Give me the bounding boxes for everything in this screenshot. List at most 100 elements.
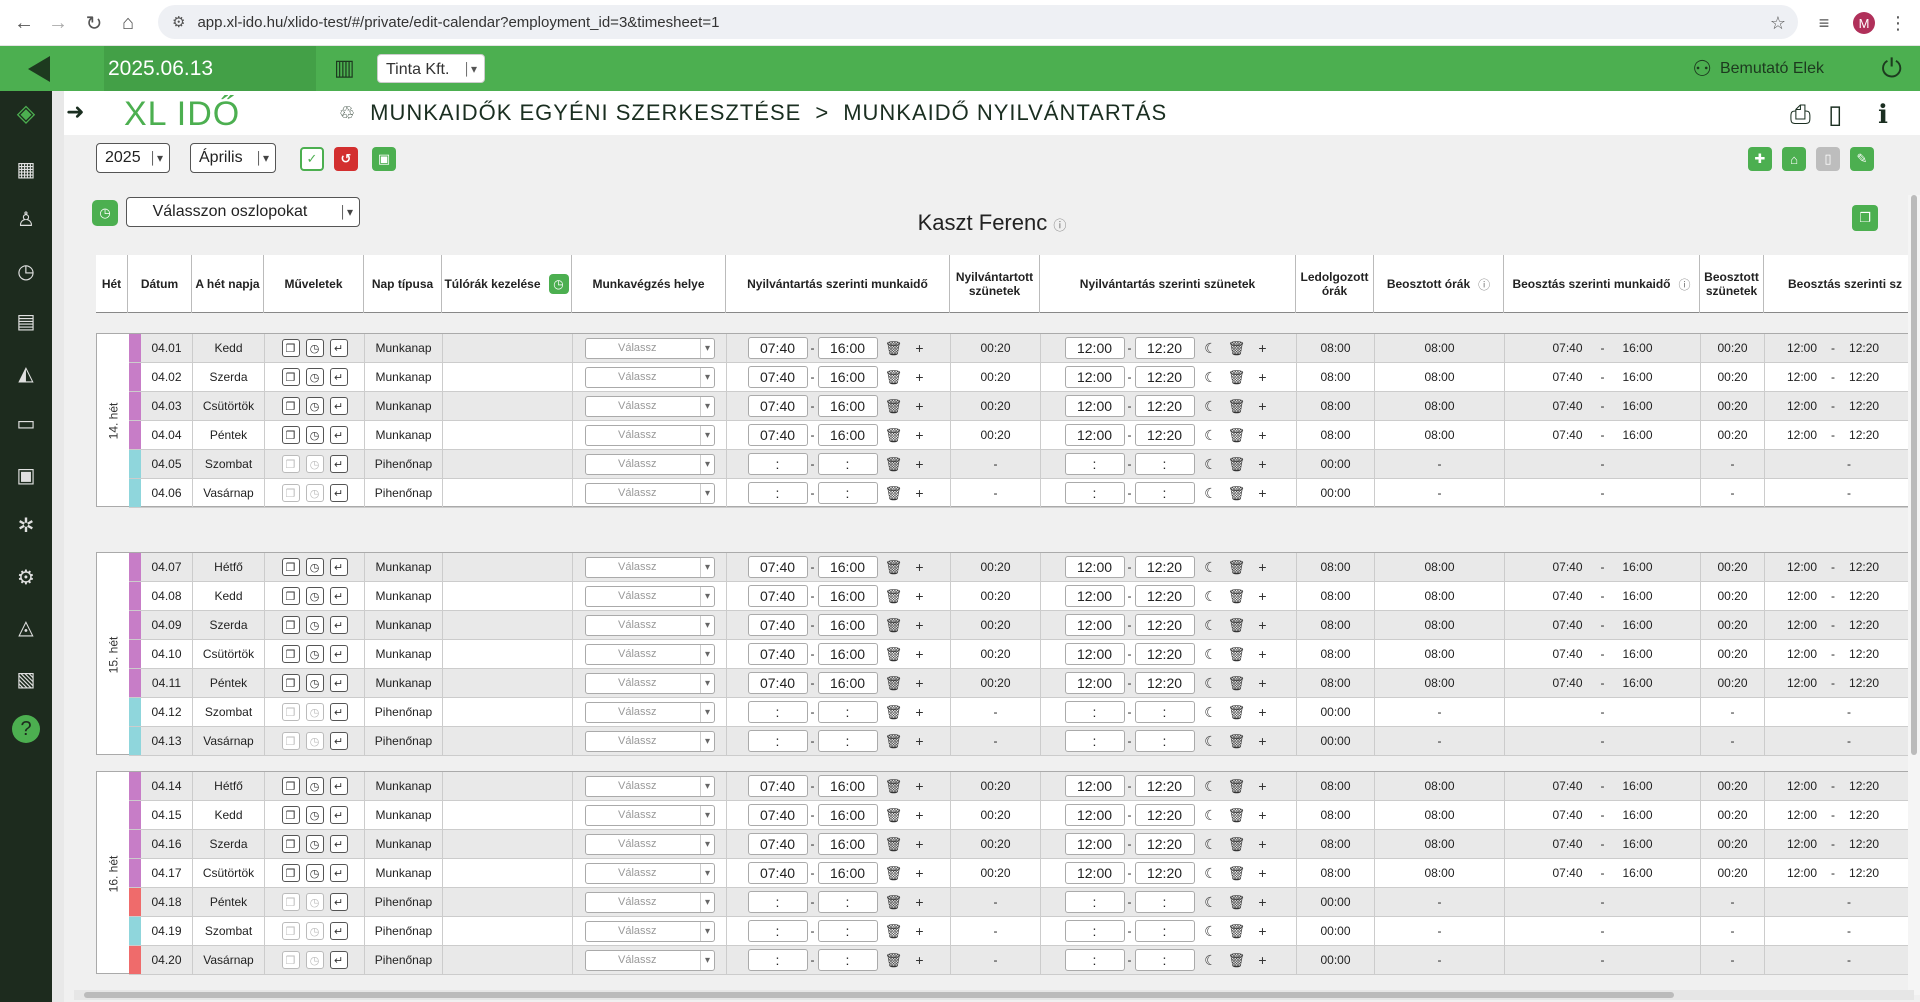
plus-icon[interactable]: + xyxy=(910,586,930,606)
year-select[interactable]: 2025 │▾ xyxy=(96,143,170,173)
break-start-input[interactable]: : xyxy=(1064,920,1125,942)
break-start-input[interactable]: 12 : 00 xyxy=(1064,672,1125,694)
end-time-input[interactable]: 16 : 00 xyxy=(817,337,878,359)
calendar-icon[interactable]: ▣ xyxy=(12,461,40,489)
plus-icon[interactable]: + xyxy=(1253,615,1273,635)
trash-icon[interactable]: 🗑 xyxy=(1227,702,1247,722)
break-end-input[interactable]: 12 : 20 xyxy=(1134,366,1195,388)
settings-sparkle-icon[interactable]: ✲ xyxy=(12,511,40,539)
plus-icon[interactable]: + xyxy=(1253,425,1273,445)
start-time-input[interactable]: : xyxy=(747,482,808,504)
end-time-input[interactable]: : xyxy=(817,891,878,913)
month-select[interactable]: Április │▾ xyxy=(190,143,276,173)
trash-icon[interactable]: 🗑 xyxy=(1227,338,1247,358)
plus-icon[interactable]: + xyxy=(1253,557,1273,577)
workplace-select[interactable]: Válassz ▾ xyxy=(585,892,715,913)
trash-icon[interactable]: 🗑 xyxy=(884,834,904,854)
moon-icon[interactable]: ☾ xyxy=(1201,834,1221,854)
copy-icon[interactable]: ❐ xyxy=(281,558,300,576)
break-end-input[interactable]: : xyxy=(1134,730,1195,752)
trash-icon[interactable]: 🗑 xyxy=(884,557,904,577)
reload-icon[interactable]: ↻ xyxy=(76,5,112,41)
clock-icon[interactable]: ◷ xyxy=(305,397,324,415)
start-time-input[interactable]: : xyxy=(747,701,808,723)
moon-icon[interactable]: ☾ xyxy=(1201,892,1221,912)
moon-icon[interactable]: ☾ xyxy=(1201,586,1221,606)
copy-icon[interactable]: ❐ xyxy=(281,674,300,692)
home-icon[interactable]: ⌂ xyxy=(110,5,146,41)
browser-menu-icon[interactable]: ⋮ xyxy=(1882,7,1914,39)
trash-icon[interactable]: 🗑 xyxy=(884,673,904,693)
copy-icon[interactable]: ❐ xyxy=(281,368,300,386)
end-time-input[interactable]: 16 : 00 xyxy=(817,775,878,797)
clock-icon[interactable]: ◷ xyxy=(548,274,569,294)
end-time-input[interactable]: 16 : 00 xyxy=(817,643,878,665)
print-icon[interactable]: ⎙ xyxy=(1790,99,1811,131)
clock-icon[interactable]: ◷ xyxy=(305,893,324,911)
trash-icon[interactable]: 🗑 xyxy=(884,338,904,358)
trash-icon[interactable]: 🗑 xyxy=(884,615,904,635)
undo-icon[interactable]: ↵ xyxy=(329,703,348,721)
document-icon[interactable]: ▯ xyxy=(1816,147,1840,171)
break-start-input[interactable]: 12 : 00 xyxy=(1064,833,1125,855)
plus-icon[interactable]: + xyxy=(1253,863,1273,883)
workplace-select[interactable]: Válassz ▾ xyxy=(585,615,715,636)
break-end-input[interactable]: : xyxy=(1134,482,1195,504)
break-end-input[interactable]: 12 : 20 xyxy=(1134,643,1195,665)
moon-icon[interactable]: ☾ xyxy=(1201,338,1221,358)
bell-icon[interactable]: ◬ xyxy=(12,613,40,641)
end-time-input[interactable]: 16 : 00 xyxy=(817,424,878,446)
start-time-input[interactable]: : xyxy=(747,920,808,942)
plus-icon[interactable]: + xyxy=(1253,367,1273,387)
moon-icon[interactable]: ☾ xyxy=(1201,863,1221,883)
clock-icon[interactable]: ◷ xyxy=(305,455,324,473)
plus-icon[interactable]: + xyxy=(910,805,930,825)
break-end-input[interactable]: 12 : 20 xyxy=(1134,424,1195,446)
expand-arrow-icon[interactable]: ➜ xyxy=(66,99,84,125)
trash-icon[interactable]: 🗑 xyxy=(1227,615,1247,635)
plus-icon[interactable]: + xyxy=(1253,731,1273,751)
break-end-input[interactable]: 12 : 20 xyxy=(1134,672,1195,694)
start-time-input[interactable]: 07 : 40 xyxy=(747,395,808,417)
breadcrumb-item-1[interactable]: MUNKAIDŐK EGYÉNI SZERKESZTÉSE xyxy=(370,100,801,126)
end-time-input[interactable]: 16 : 00 xyxy=(817,833,878,855)
trash-icon[interactable]: 🗑 xyxy=(1227,425,1247,445)
sidebar-scrollbar[interactable] xyxy=(52,91,64,1002)
trash-icon[interactable]: 🗑 xyxy=(884,776,904,796)
trash-icon[interactable]: 🗑 xyxy=(884,396,904,416)
workplace-select[interactable]: Válassz ▾ xyxy=(585,454,715,475)
moon-icon[interactable]: ☾ xyxy=(1201,615,1221,635)
undo-icon[interactable]: ↵ xyxy=(329,426,348,444)
copy-icon[interactable]: ❐ xyxy=(281,732,300,750)
plus-icon[interactable]: + xyxy=(910,644,930,664)
undo-icon[interactable]: ↵ xyxy=(329,864,348,882)
clock-icon[interactable]: ◷ xyxy=(305,951,324,969)
break-end-input[interactable]: 12 : 20 xyxy=(1134,395,1195,417)
end-time-input[interactable]: 16 : 00 xyxy=(817,804,878,826)
trash-icon[interactable]: 🗑 xyxy=(1227,483,1247,503)
trash-icon[interactable]: 🗑 xyxy=(884,425,904,445)
undo-icon[interactable]: ↵ xyxy=(329,339,348,357)
clock-icon[interactable]: ◷ xyxy=(305,616,324,634)
end-time-input[interactable]: 16 : 00 xyxy=(817,366,878,388)
break-end-input[interactable]: 12 : 20 xyxy=(1134,862,1195,884)
dashboard-icon[interactable]: ▦ xyxy=(12,155,40,183)
copy-icon[interactable]: ❐ xyxy=(281,922,300,940)
break-start-input[interactable]: : xyxy=(1064,949,1125,971)
trash-icon[interactable]: 🗑 xyxy=(1227,863,1247,883)
trash-icon[interactable]: 🗑 xyxy=(1227,396,1247,416)
trash-icon[interactable]: 🗑 xyxy=(884,454,904,474)
horizontal-scroll-thumb[interactable] xyxy=(84,992,1674,998)
calendar-check-icon[interactable]: ✓ xyxy=(300,147,324,171)
address-bar[interactable]: ⚙ app.xl-ido.hu/xlido-test/#/private/edi… xyxy=(158,5,1798,39)
moon-icon[interactable]: ☾ xyxy=(1201,396,1221,416)
break-start-input[interactable]: : xyxy=(1064,701,1125,723)
profile-avatar[interactable]: M xyxy=(1848,7,1880,39)
break-start-input[interactable]: 12 : 00 xyxy=(1064,337,1125,359)
break-start-input[interactable]: 12 : 00 xyxy=(1064,424,1125,446)
back-arrow-icon[interactable]: ← xyxy=(6,5,42,41)
trash-icon[interactable]: 🗑 xyxy=(884,702,904,722)
plus-icon[interactable]: + xyxy=(1253,586,1273,606)
moon-icon[interactable]: ☾ xyxy=(1201,702,1221,722)
calculator-icon[interactable]: ▤ xyxy=(12,307,40,335)
